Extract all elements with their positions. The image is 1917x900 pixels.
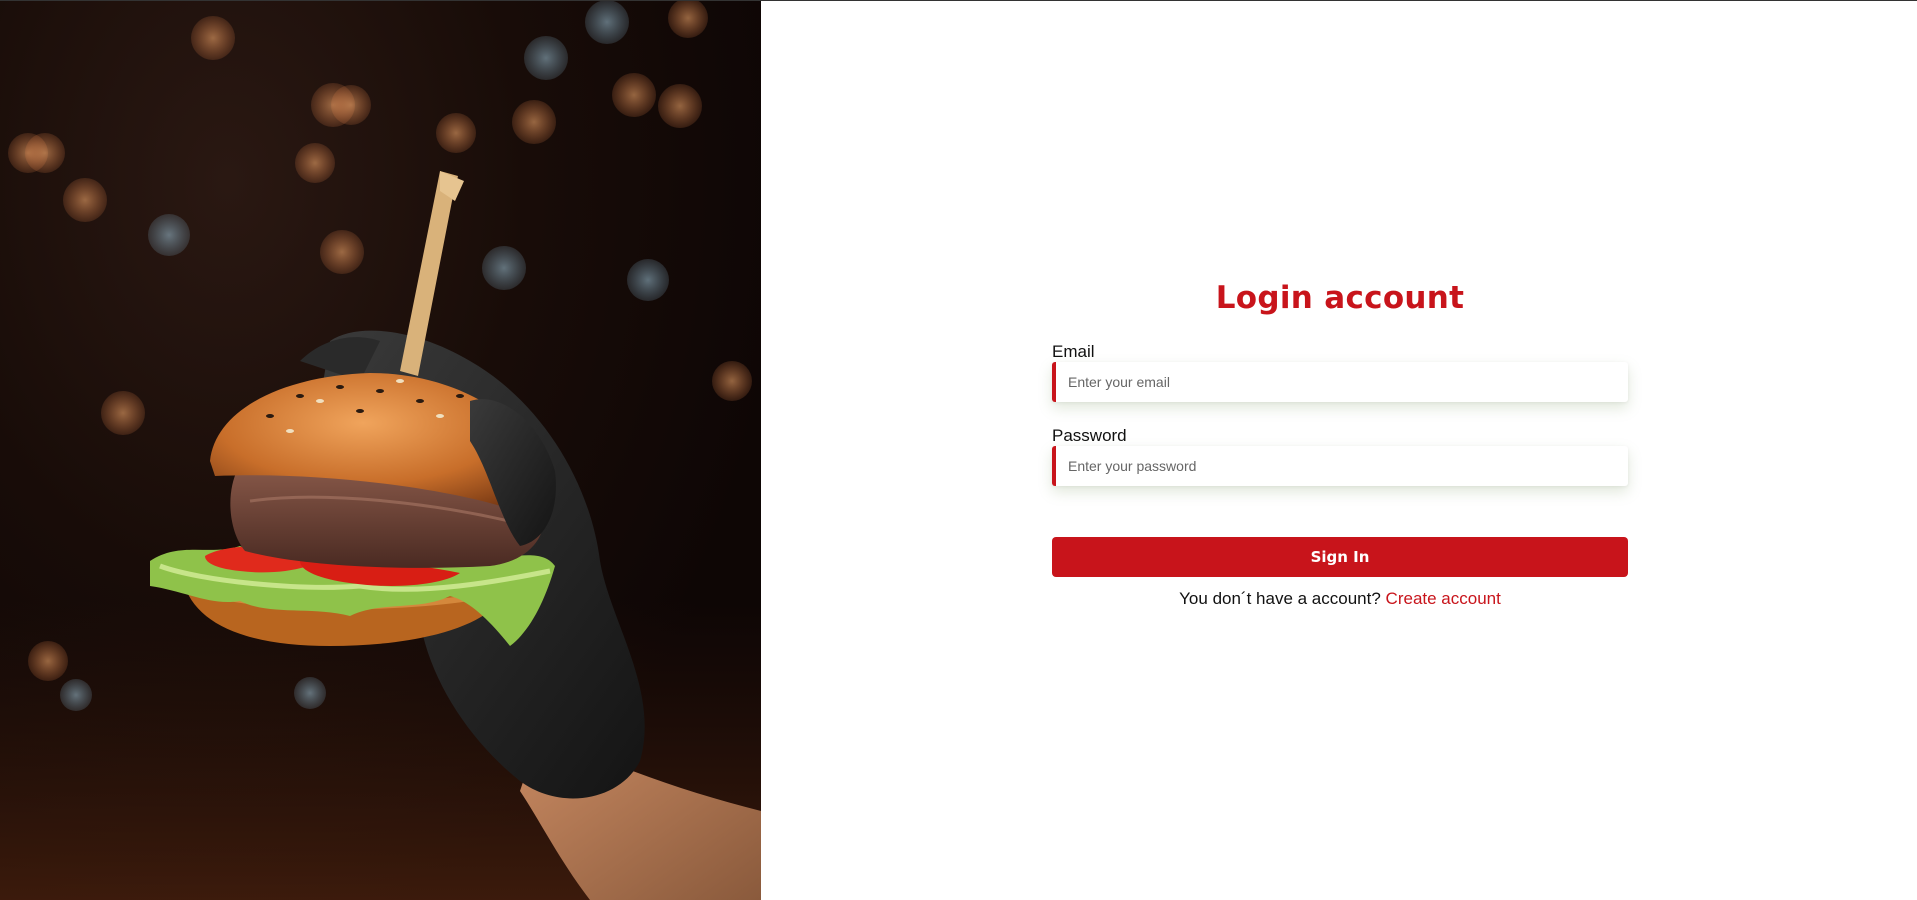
signup-prompt-line: You don´t have a account? Create account [1052, 589, 1628, 609]
email-field-wrapper [1052, 362, 1628, 402]
login-form: Login account Email Password Sign In You… [1052, 274, 1628, 609]
email-field[interactable] [1056, 362, 1628, 402]
password-field[interactable] [1056, 446, 1628, 486]
page-title: Login account [1215, 280, 1465, 316]
login-panel: Login account Email Password Sign In You… [761, 1, 1917, 900]
signup-prompt-text: You don´t have a account? [1179, 589, 1381, 608]
password-label: Password [1052, 426, 1127, 445]
sign-in-button[interactable]: Sign In [1052, 537, 1628, 577]
password-field-wrapper [1052, 446, 1628, 486]
create-account-link[interactable]: Create account [1386, 589, 1501, 608]
hero-image [0, 1, 761, 900]
email-label: Email [1052, 342, 1095, 361]
login-page: Login account Email Password Sign In You… [0, 0, 1917, 900]
burger-illustration [0, 1, 761, 900]
